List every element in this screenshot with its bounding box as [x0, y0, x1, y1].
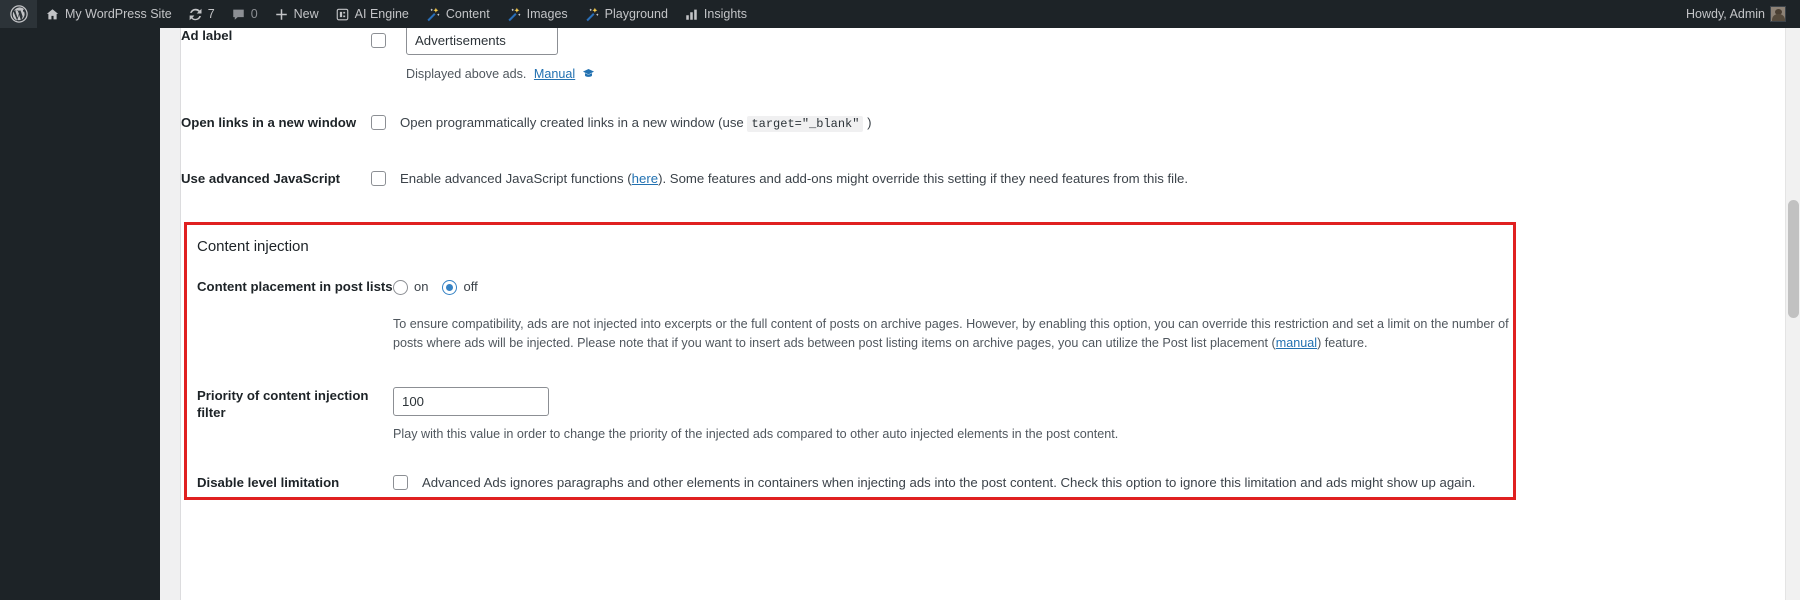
priority-input[interactable] — [393, 387, 549, 416]
level-limitation-checkbox[interactable] — [393, 475, 408, 490]
setting-row-level-limitation: Disable level limitation Advanced Ads ig… — [197, 473, 1497, 493]
settings-content: Ad label Displayed above ads. Manual — [180, 26, 1800, 600]
wordpress-logo-button[interactable] — [0, 0, 37, 28]
advanced-js-here-link[interactable]: here — [632, 171, 658, 186]
ai-content-label: Content — [445, 6, 490, 21]
level-limitation-control: Advanced Ads ignores paragraphs and othe… — [393, 473, 1497, 493]
open-links-control: Open programmatically created links in a… — [371, 113, 1501, 134]
content-placement-control: on off — [393, 277, 1497, 297]
setting-row-content-placement: Content placement in post lists on off — [197, 277, 1497, 297]
content-placement-on-label: on — [414, 279, 429, 294]
ad-label-checkbox[interactable] — [371, 33, 386, 48]
target-blank-code: target="_blank" — [747, 116, 864, 132]
content-placement-radio-on[interactable] — [393, 279, 408, 295]
ad-label-control: Displayed above ads. Manual — [371, 26, 1501, 86]
sidebar-gutter — [160, 28, 180, 600]
ad-label-input[interactable] — [406, 26, 558, 55]
magic-wand-icon — [425, 6, 441, 22]
priority-control: Play with this value in order to change … — [393, 387, 1497, 444]
home-icon — [45, 7, 60, 22]
updates-menu[interactable]: 7 — [180, 0, 223, 28]
magic-wand-icon — [584, 6, 600, 22]
site-name-menu[interactable]: My WordPress Site — [37, 0, 180, 28]
ai-playground-label: Playground — [604, 6, 668, 21]
insights-label: Insights — [703, 6, 748, 21]
page-body: Ad label Displayed above ads. Manual — [0, 26, 1800, 600]
setting-row-open-links: Open links in a new window Open programm… — [181, 113, 1501, 134]
content-placement-manual-link[interactable]: manual — [1276, 336, 1317, 350]
content-injection-title: Content injection — [197, 238, 309, 255]
ai-playground-menu[interactable]: Playground — [576, 0, 676, 28]
insights-menu[interactable]: Insights — [676, 0, 755, 28]
updates-icon — [188, 7, 203, 22]
ad-label-description: Displayed above ads. Manual — [406, 65, 1501, 86]
content-placement-radio-off[interactable] — [442, 279, 458, 295]
open-links-desc-before: Open programmatically created links in a… — [400, 115, 744, 130]
content-placement-label: Content placement in post lists — [197, 279, 393, 294]
ai-engine-icon — [335, 7, 350, 22]
plus-icon — [274, 7, 289, 22]
graduation-cap-icon — [582, 67, 595, 86]
bar-chart-icon — [684, 7, 699, 22]
priority-description: Play with this value in order to change … — [393, 427, 1119, 441]
advanced-js-control: Enable advanced JavaScript functions (he… — [371, 169, 1501, 189]
setting-row-ad-label: Ad label Displayed above ads. Manual — [181, 26, 1501, 86]
ad-label-manual-link[interactable]: Manual — [534, 67, 575, 81]
comments-count: 0 — [250, 6, 258, 21]
updates-count: 7 — [207, 6, 215, 21]
advanced-js-desc-before: Enable advanced JavaScript functions ( — [400, 171, 632, 186]
admin-bar-spacer — [755, 0, 1678, 28]
ai-images-label: Images — [526, 6, 568, 21]
open-links-checkbox[interactable] — [371, 115, 386, 130]
open-links-label: Open links in a new window — [181, 115, 357, 130]
open-links-desc-after: ) — [867, 115, 872, 130]
content-placement-radio-group: on off — [393, 277, 1497, 297]
admin-sidebar-menu — [0, 28, 160, 600]
my-account-menu[interactable]: Howdy, Admin — [1678, 0, 1800, 28]
comments-menu[interactable]: 0 — [223, 0, 266, 28]
site-name-label: My WordPress Site — [65, 6, 172, 21]
wordpress-logo-icon — [10, 5, 28, 23]
avatar — [1770, 6, 1786, 22]
ai-images-menu[interactable]: Images — [498, 0, 576, 28]
ad-label-label: Ad label — [181, 28, 233, 43]
open-links-description: Open programmatically created links in a… — [400, 113, 872, 134]
advanced-js-checkbox[interactable] — [371, 171, 386, 186]
content-injection-panel: Content injection Content placement in p… — [184, 222, 1516, 500]
ai-engine-menu[interactable]: AI Engine — [327, 0, 417, 28]
comments-icon — [231, 7, 246, 22]
setting-row-priority: Priority of content injection filter Pla… — [197, 387, 1497, 444]
advanced-js-description: Enable advanced JavaScript functions (he… — [400, 169, 1188, 189]
setting-row-advanced-js: Use advanced JavaScript Enable advanced … — [181, 169, 1501, 189]
ad-label-desc-text: Displayed above ads. — [406, 67, 527, 81]
priority-label: Priority of content injection filter — [197, 388, 369, 420]
advanced-js-desc-after: ). Some features and add-ons might overr… — [658, 171, 1189, 186]
admin-bar: My WordPress Site 7 0 New AI Engine Cont… — [0, 0, 1800, 28]
level-limitation-description: Advanced Ads ignores paragraphs and othe… — [422, 475, 1476, 490]
new-content-menu[interactable]: New — [266, 0, 327, 28]
content-placement-description: To ensure compatibility, ads are not inj… — [393, 315, 1511, 353]
ai-engine-label: AI Engine — [354, 6, 409, 21]
new-content-label: New — [293, 6, 319, 21]
magic-wand-icon — [506, 6, 522, 22]
content-placement-desc-after: ) feature. — [1317, 335, 1368, 350]
advanced-js-label: Use advanced JavaScript — [181, 171, 341, 186]
ai-content-menu[interactable]: Content — [417, 0, 498, 28]
howdy-label: Howdy, Admin — [1686, 6, 1765, 21]
page-scrollbar-thumb[interactable] — [1788, 200, 1799, 318]
content-placement-off-label: off — [463, 279, 478, 294]
level-limitation-label: Disable level limitation — [197, 475, 340, 490]
page-scrollbar-track[interactable] — [1785, 28, 1800, 600]
